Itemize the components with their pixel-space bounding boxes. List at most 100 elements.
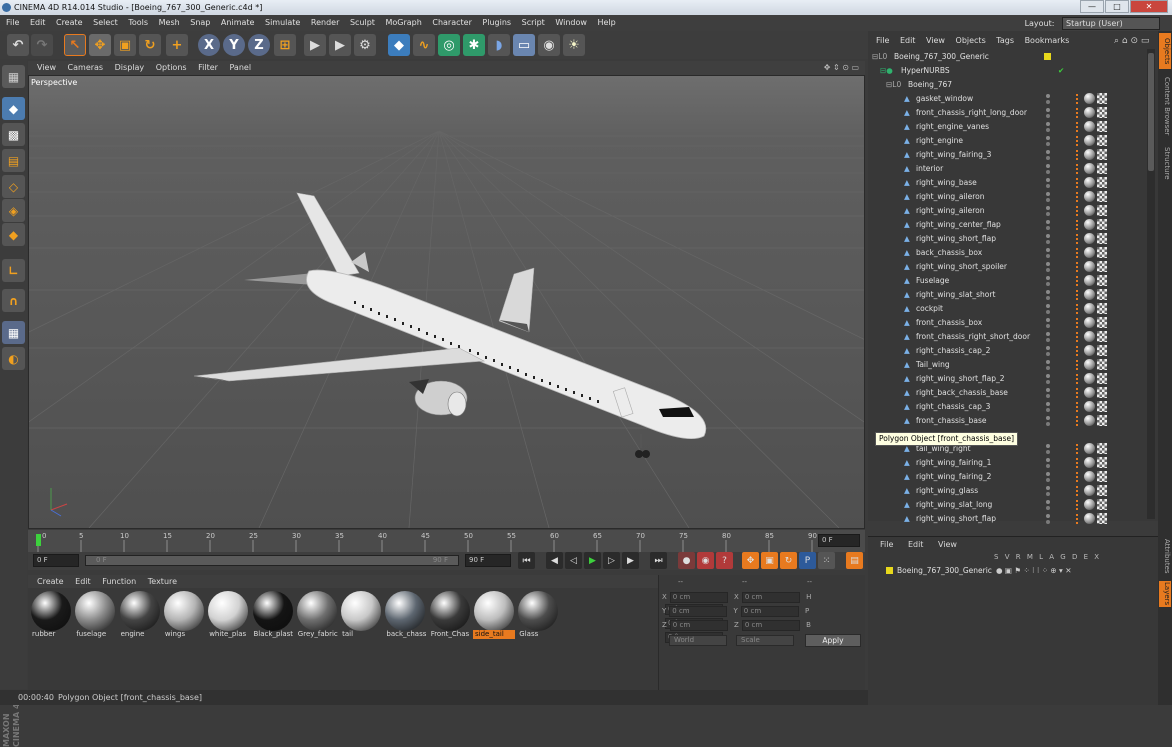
om-menu-file[interactable]: File <box>876 33 889 49</box>
frame-range-slider[interactable]: 0 F 90 F <box>85 555 459 566</box>
material-swatch[interactable]: engine <box>119 590 161 640</box>
visibility-render-toggle[interactable] <box>1046 226 1050 230</box>
om-search-icon[interactable]: ⌕ ⌂ ⊙ ▭ <box>1114 33 1149 49</box>
visibility-editor-toggle[interactable] <box>1046 402 1050 406</box>
next-frame-icon[interactable]: ▷ <box>603 552 620 569</box>
nurbs-icon[interactable]: ◎ <box>438 34 460 56</box>
undo-icon[interactable]: ↶ <box>7 34 29 56</box>
tab-structure[interactable]: Structure <box>1159 143 1171 183</box>
viewport-perspective[interactable]: Perspective <box>28 75 865 529</box>
object-tags[interactable] <box>1076 93 1107 105</box>
visibility-render-toggle[interactable] <box>1046 198 1050 202</box>
spline-icon[interactable]: ∿ <box>413 34 435 56</box>
object-tags[interactable] <box>1076 457 1107 469</box>
rotate-icon[interactable]: ↻ <box>139 34 161 56</box>
om-row-object[interactable]: ▲ front_chassis_box <box>868 316 1146 330</box>
play-icon[interactable]: ▶ <box>584 552 601 569</box>
om-row-object[interactable]: ▲ right_wing_aileron <box>868 190 1146 204</box>
object-tags[interactable] <box>1076 359 1107 371</box>
menu-create[interactable]: Create <box>56 15 83 31</box>
om-menu-edit[interactable]: Edit <box>900 33 916 49</box>
y-axis-icon[interactable]: Y <box>223 34 245 56</box>
visibility-editor-toggle[interactable] <box>1046 360 1050 364</box>
floor-icon[interactable]: ▭ <box>513 34 535 56</box>
material-swatch[interactable]: tail <box>340 590 382 640</box>
menu-edit[interactable]: Edit <box>30 15 46 31</box>
menu-render[interactable]: Render <box>311 15 339 31</box>
next-key-icon[interactable]: ▶ <box>622 552 639 569</box>
layer-menu-edit[interactable]: Edit <box>908 537 924 552</box>
max-frame-field[interactable]: 90 F <box>465 554 511 567</box>
material-swatch[interactable]: Black_plast <box>252 590 294 640</box>
cube-icon[interactable]: ◆ <box>388 34 410 56</box>
om-row-object[interactable]: ▲ right_wing_center_flap <box>868 218 1146 232</box>
visibility-editor-toggle[interactable] <box>1046 178 1050 182</box>
visibility-render-toggle[interactable] <box>1046 100 1050 104</box>
layer-menu-file[interactable]: File <box>880 537 893 552</box>
visibility-render-toggle[interactable] <box>1046 338 1050 342</box>
move-icon[interactable]: ✥ <box>89 34 111 56</box>
om-row-object[interactable]: ▲ right_wing_slat_short <box>868 288 1146 302</box>
object-tags[interactable] <box>1076 205 1107 217</box>
om-menu-objects[interactable]: Objects <box>956 33 986 49</box>
coordinate-system-icon[interactable]: ⊞ <box>274 34 296 56</box>
visibility-render-toggle[interactable] <box>1046 282 1050 286</box>
visibility-render-toggle[interactable] <box>1046 142 1050 146</box>
material-swatch[interactable]: wings <box>163 590 205 640</box>
om-row-object[interactable]: ▲ right_back_chassis_base <box>868 386 1146 400</box>
object-tags[interactable] <box>1076 135 1107 147</box>
visibility-editor-toggle[interactable] <box>1046 108 1050 112</box>
edges-mode-icon[interactable]: ◈ <box>2 199 25 222</box>
visibility-render-toggle[interactable] <box>1046 520 1050 524</box>
om-row-object[interactable]: ▲ right_wing_short_flap <box>868 232 1146 246</box>
viewport-nav-icon[interactable]: ✥ ⇕ ⊙ ▭ <box>824 61 859 75</box>
om-row-object[interactable]: ▲ cockpit <box>868 302 1146 316</box>
object-tags[interactable] <box>1076 275 1107 287</box>
om-menu-view[interactable]: View <box>926 33 945 49</box>
visibility-render-toggle[interactable] <box>1046 156 1050 160</box>
visibility-render-toggle[interactable] <box>1046 324 1050 328</box>
material-swatch[interactable]: side_tail <box>473 590 515 640</box>
viewport-menu-display[interactable]: Display <box>115 61 145 75</box>
add-object-icon[interactable]: + <box>166 34 188 56</box>
visibility-editor-toggle[interactable] <box>1046 444 1050 448</box>
visibility-editor-toggle[interactable] <box>1046 500 1050 504</box>
visibility-editor-toggle[interactable] <box>1046 136 1050 140</box>
om-row-object[interactable]: ▲ interior <box>868 162 1146 176</box>
visibility-render-toggle[interactable] <box>1046 352 1050 356</box>
close-button[interactable]: ✕ <box>1130 0 1168 13</box>
om-row-object[interactable]: ▲ right_wing_glass <box>868 484 1146 498</box>
om-row-object[interactable]: ▲ back_chassis_box <box>868 246 1146 260</box>
object-tags[interactable] <box>1076 289 1107 301</box>
start-frame-field[interactable]: 0 F <box>33 554 79 567</box>
object-tags[interactable] <box>1076 317 1107 329</box>
om-row-object[interactable]: ▲ Tail_wing <box>868 358 1146 372</box>
layer-row[interactable]: Boeing_767_300_Generic ● ▣ ⚑ ⁘ ⁝ ⁝ ⁘ ⊕ ▾… <box>868 564 1146 578</box>
timeline-window-icon[interactable]: ▤ <box>846 552 863 569</box>
previous-frame-icon[interactable]: ◁ <box>565 552 582 569</box>
viewport-menu-panel[interactable]: Panel <box>229 61 251 75</box>
param-key-icon[interactable]: P <box>799 552 816 569</box>
live-selection-icon[interactable]: ↖ <box>64 34 86 56</box>
object-tags[interactable] <box>1076 219 1107 231</box>
menu-sculpt[interactable]: Sculpt <box>350 15 375 31</box>
om-menu-tags[interactable]: Tags <box>996 33 1014 49</box>
visibility-editor-toggle[interactable] <box>1046 332 1050 336</box>
object-tags[interactable] <box>1076 513 1107 525</box>
workplane-icon[interactable]: ▤ <box>2 149 25 172</box>
visibility-editor-toggle[interactable] <box>1046 416 1050 420</box>
visibility-editor-toggle[interactable] <box>1046 220 1050 224</box>
om-row-object[interactable]: ▲ right_wing_fairing_1 <box>868 456 1146 470</box>
object-tags[interactable] <box>1076 499 1107 511</box>
visibility-render-toggle[interactable] <box>1046 422 1050 426</box>
apply-button[interactable]: Apply <box>805 634 861 647</box>
visibility-render-toggle[interactable] <box>1046 268 1050 272</box>
om-row-object[interactable]: ▲ right_wing_base <box>868 176 1146 190</box>
layout-dropdown[interactable]: Startup (User) <box>1062 17 1160 30</box>
position-x-field[interactable]: 0 cm <box>669 592 728 603</box>
menu-snap[interactable]: Snap <box>190 15 210 31</box>
object-tags[interactable] <box>1076 373 1107 385</box>
visibility-render-toggle[interactable] <box>1046 296 1050 300</box>
visibility-render-toggle[interactable] <box>1046 310 1050 314</box>
menu-script[interactable]: Script <box>522 15 545 31</box>
